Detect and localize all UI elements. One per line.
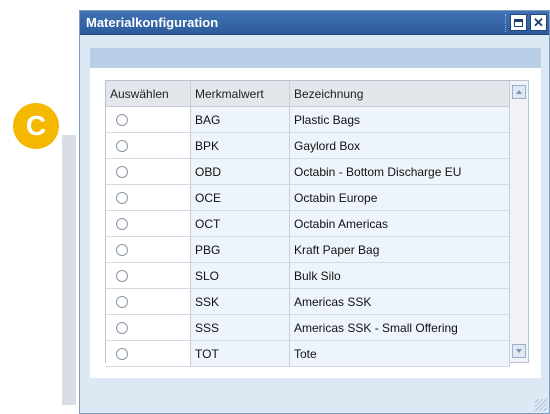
selection-table: Auswählen Merkmalwert Bezeichnung BAG Pla… xyxy=(105,80,529,367)
select-cell xyxy=(106,314,191,341)
select-cell xyxy=(106,132,191,159)
scroll-up-button[interactable] xyxy=(512,85,526,99)
select-cell xyxy=(106,340,191,367)
resize-grip[interactable] xyxy=(535,399,547,411)
select-radio[interactable] xyxy=(116,218,128,231)
scroll-down-button[interactable] xyxy=(512,344,526,358)
table-row[interactable]: SLO Bulk Silo xyxy=(106,262,510,289)
merkmalwert-cell: TOT xyxy=(190,340,290,367)
merkmalwert-cell: BAG xyxy=(190,106,290,133)
arrow-down-icon xyxy=(516,349,522,353)
bezeichnung-cell: Gaylord Box xyxy=(289,132,510,159)
table-row[interactable]: OBD Octabin - Bottom Discharge EU xyxy=(106,158,510,185)
background-bar xyxy=(62,135,76,405)
merkmalwert-cell: OBD xyxy=(190,158,290,185)
select-radio[interactable] xyxy=(116,322,128,335)
dialog-toolbar-strip xyxy=(90,48,541,68)
bezeichnung-cell: Americas SSK xyxy=(289,288,510,315)
select-cell xyxy=(106,184,191,211)
close-icon: ✕ xyxy=(533,15,544,30)
bezeichnung-cell: Bulk Silo xyxy=(289,262,510,289)
merkmalwert-cell: BPK xyxy=(190,132,290,159)
select-cell xyxy=(106,106,191,133)
select-cell xyxy=(106,158,191,185)
select-radio[interactable] xyxy=(116,166,128,179)
select-cell xyxy=(106,210,191,237)
merkmalwert-cell: SLO xyxy=(190,262,290,289)
table-row[interactable]: BPK Gaylord Box xyxy=(106,132,510,159)
select-cell xyxy=(106,262,191,289)
merkmalwert-cell: SSK xyxy=(190,288,290,315)
close-button[interactable]: ✕ xyxy=(530,14,547,31)
column-header-merkmalwert[interactable]: Merkmalwert xyxy=(190,81,290,107)
select-radio[interactable] xyxy=(116,348,128,361)
table-row[interactable]: SSK Americas SSK xyxy=(106,288,510,315)
merkmalwert-cell: SSS xyxy=(190,314,290,341)
dialog-titlebar[interactable]: Materialkonfiguration ✕ xyxy=(80,11,549,35)
step-badge: C xyxy=(13,103,59,149)
table-row[interactable]: OCE Octabin Europe xyxy=(106,184,510,211)
merkmalwert-cell: OCT xyxy=(190,210,290,237)
bezeichnung-cell: Octabin Americas xyxy=(289,210,510,237)
merkmalwert-cell: OCE xyxy=(190,184,290,211)
dialog-title: Materialkonfiguration xyxy=(86,15,219,30)
select-radio[interactable] xyxy=(116,192,128,205)
bezeichnung-cell: Octabin - Bottom Discharge EU xyxy=(289,158,510,185)
table-row[interactable]: SSS Americas SSK - Small Offering xyxy=(106,314,510,341)
select-radio[interactable] xyxy=(116,270,128,283)
table-header-row: Auswählen Merkmalwert Bezeichnung xyxy=(106,81,510,107)
materialkonfiguration-dialog: Materialkonfiguration ✕ Auswählen Merkma… xyxy=(79,10,550,414)
bezeichnung-cell: Kraft Paper Bag xyxy=(289,236,510,263)
maximize-icon xyxy=(514,18,523,27)
select-cell xyxy=(106,236,191,263)
select-radio[interactable] xyxy=(116,114,128,127)
titlebar-separator xyxy=(505,14,507,32)
bezeichnung-cell: Plastic Bags xyxy=(289,106,510,133)
table-row[interactable]: TOT Tote xyxy=(106,340,510,367)
column-header-auswaehlen[interactable]: Auswählen xyxy=(106,81,191,107)
maximize-button[interactable] xyxy=(510,14,527,31)
arrow-up-icon xyxy=(516,90,522,94)
table-row[interactable]: PBG Kraft Paper Bag xyxy=(106,236,510,263)
bezeichnung-cell: Americas SSK - Small Offering xyxy=(289,314,510,341)
bezeichnung-cell: Tote xyxy=(289,340,510,367)
select-radio[interactable] xyxy=(116,140,128,153)
merkmalwert-cell: PBG xyxy=(190,236,290,263)
select-radio[interactable] xyxy=(116,296,128,309)
table-scrollbar[interactable] xyxy=(509,81,528,362)
table-row[interactable]: BAG Plastic Bags xyxy=(106,106,510,133)
select-cell xyxy=(106,288,191,315)
bezeichnung-cell: Octabin Europe xyxy=(289,184,510,211)
table-row[interactable]: OCT Octabin Americas xyxy=(106,210,510,237)
select-radio[interactable] xyxy=(116,244,128,257)
column-header-bezeichnung[interactable]: Bezeichnung xyxy=(289,81,510,107)
